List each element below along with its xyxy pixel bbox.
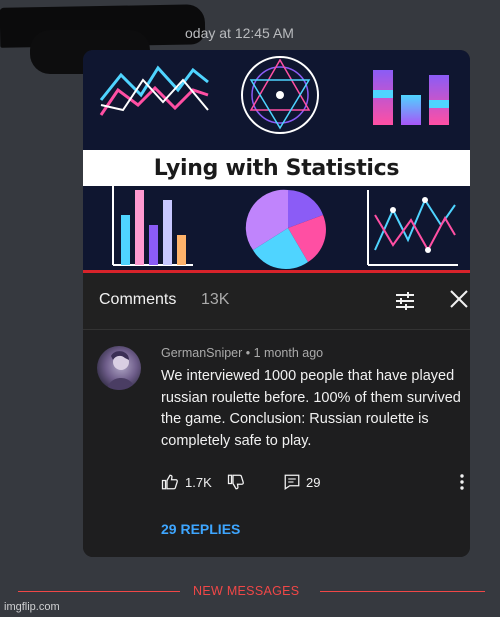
shared-image-card[interactable]: Lying with Statistics Comments 13K Germa… xyxy=(83,50,470,557)
commenter-avatar[interactable] xyxy=(97,346,141,390)
close-icon[interactable] xyxy=(447,287,470,311)
comments-header: Comments 13K xyxy=(83,273,470,330)
message-timestamp: oday at 12:45 AM xyxy=(185,25,294,41)
line-chart-icon xyxy=(99,65,209,116)
scatter-line-icon xyxy=(367,190,458,266)
thumbs-up-icon[interactable] xyxy=(161,473,179,491)
watermark: imgflip.com xyxy=(4,601,60,613)
comment-item: GermanSniper • 1 month ago We interviewe… xyxy=(83,330,470,557)
view-replies-link[interactable]: 29 REPLIES xyxy=(161,521,240,537)
new-messages-label: NEW MESSAGES xyxy=(193,584,300,598)
comments-count: 13K xyxy=(201,291,230,308)
reply-count: 29 xyxy=(306,475,321,490)
sort-sliders-icon[interactable] xyxy=(393,289,417,313)
comments-label: Comments xyxy=(99,291,177,308)
pie-chart-icon xyxy=(245,189,326,270)
video-title: Lying with Statistics xyxy=(153,155,400,181)
comment-actions: 1.7K 29 xyxy=(161,471,464,493)
bar-chart-icon xyxy=(112,185,193,266)
new-messages-divider-left xyxy=(18,591,180,592)
comment-meta: GermanSniper • 1 month ago xyxy=(161,346,324,360)
radar-chart-icon xyxy=(241,56,319,134)
video-thumbnail[interactable]: Lying with Statistics xyxy=(83,50,470,273)
comment-text: We interviewed 1000 people that have pla… xyxy=(161,368,461,449)
thumbs-down-icon[interactable] xyxy=(227,473,245,491)
new-messages-divider-right xyxy=(320,591,485,592)
reply-comment-icon[interactable] xyxy=(283,473,301,491)
like-count: 1.7K xyxy=(185,475,212,490)
more-vertical-icon[interactable] xyxy=(459,473,465,491)
thumbnail-title-band: Lying with Statistics xyxy=(83,150,470,186)
stacked-bar-icon xyxy=(373,70,449,125)
avatar-figure-icon xyxy=(107,351,135,390)
